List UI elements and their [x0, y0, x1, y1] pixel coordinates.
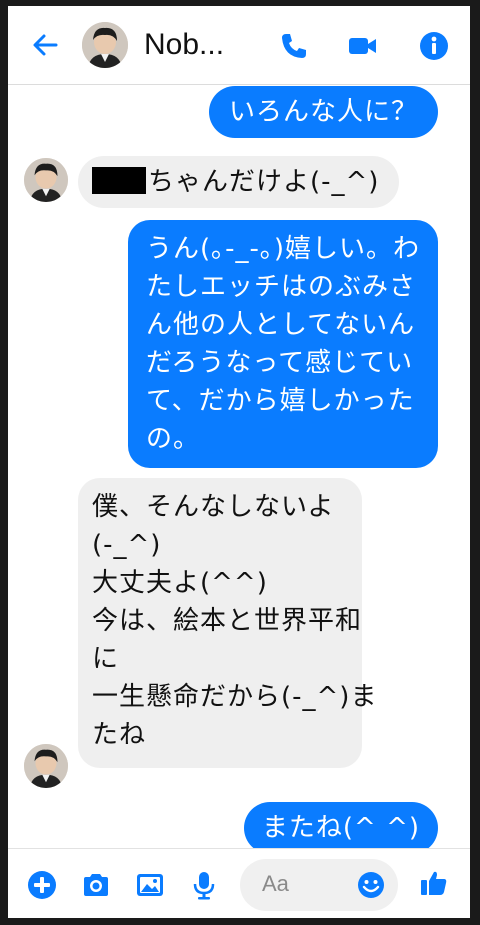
message-text: ちゃんだけよ(-_^)	[148, 167, 380, 197]
info-icon[interactable]	[418, 30, 450, 62]
thumbs-up-icon[interactable]	[418, 867, 450, 899]
emoji-icon[interactable]	[356, 870, 386, 900]
message-bubble-incoming[interactable]: 僕、そんなしないよ (-_^) 大丈夫よ(^^) 今は、絵本と世界平和 に 一生…	[78, 478, 378, 768]
contact-avatar-small[interactable]	[24, 744, 68, 788]
message-line: だろうなって感じてい	[145, 348, 414, 378]
message-line: たしエッチはのぶみさ	[145, 272, 416, 302]
message-line: に	[92, 644, 120, 674]
video-camera-icon[interactable]	[346, 30, 378, 62]
message-bubble-incoming[interactable]: ちゃんだけよ(-_^)	[78, 156, 400, 208]
contact-avatar[interactable]	[82, 22, 128, 68]
message-bubble-outgoing[interactable]: うん(｡-_-｡)嬉しい。わ たしエッチはのぶみさ ん他の人としてないん だろう…	[127, 220, 438, 468]
redaction-block	[92, 167, 146, 194]
message-line: 今は、絵本と世界平和	[92, 606, 363, 636]
message-line: (-_^)	[92, 530, 162, 560]
message-line: 大丈夫よ(^^)	[92, 568, 268, 598]
message-line: 僕、そんなしないよ	[92, 492, 335, 522]
contact-name[interactable]: Nob...	[144, 28, 224, 62]
chat-header: Nob...	[8, 6, 470, 85]
chat-screen: Nob... いろんな人に？ ちゃんだけよ(-_^) うん(｡-_-｡)嬉しい。…	[8, 6, 470, 918]
composer-bar: Aa	[8, 848, 470, 918]
contact-avatar-small[interactable]	[24, 158, 68, 202]
back-arrow-icon[interactable]	[30, 30, 60, 60]
camera-icon[interactable]	[80, 869, 112, 901]
message-text: いろんな人に？	[228, 97, 418, 127]
plus-icon[interactable]	[26, 869, 58, 901]
message-line: たね	[92, 720, 147, 750]
message-line: うん(｡-_-｡)嬉しい。わ	[145, 234, 420, 264]
message-text: またね(^ ^)	[261, 813, 420, 843]
message-bubble-outgoing[interactable]: いろんな人に？	[208, 86, 438, 138]
microphone-icon[interactable]	[188, 869, 220, 901]
message-line: ん他の人としてないん	[145, 310, 416, 340]
message-line: 一生懸命だから(-_^)ま	[92, 682, 378, 712]
image-icon[interactable]	[134, 869, 166, 901]
message-line: て、だから嬉しかった	[145, 386, 415, 416]
phone-icon[interactable]	[278, 30, 310, 62]
message-bubble-outgoing[interactable]: またね(^ ^)	[243, 802, 438, 854]
message-input-placeholder: Aa	[262, 871, 289, 896]
message-list[interactable]: いろんな人に？ ちゃんだけよ(-_^) うん(｡-_-｡)嬉しい。わ たしエッチ…	[8, 84, 470, 854]
message-input[interactable]: Aa	[240, 859, 398, 911]
message-line: の。	[145, 424, 200, 454]
